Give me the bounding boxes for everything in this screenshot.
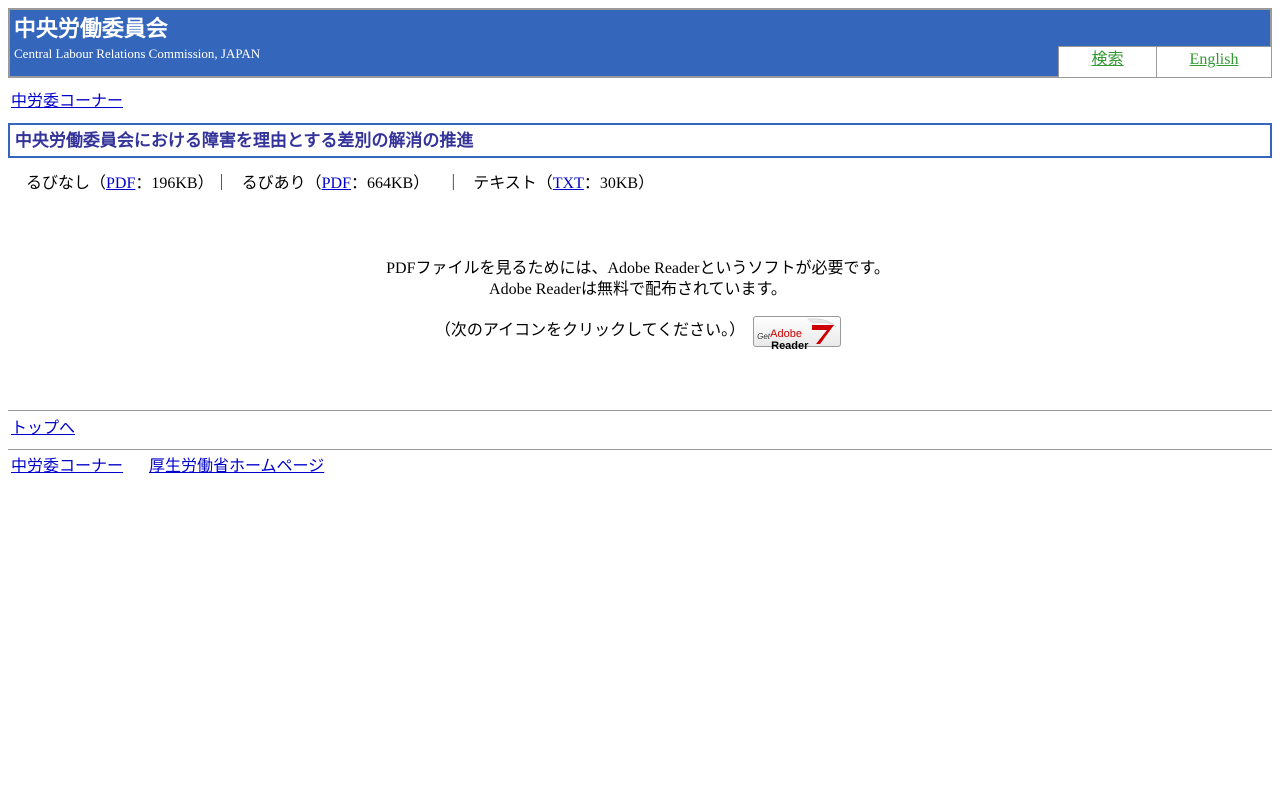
divider-footer xyxy=(8,449,1272,450)
adobe-reader-icon xyxy=(807,318,837,344)
pdf-notice: PDFファイルを見るためには、Adobe Readerというソフトが必要です。 … xyxy=(0,258,1276,300)
ruby-pdf-link[interactable]: PDF xyxy=(322,175,351,192)
search-link[interactable]: 検索 xyxy=(1091,51,1123,68)
breadcrumb-corner-link[interactable]: 中労委コーナー xyxy=(11,93,123,110)
to-top-row: トップへ xyxy=(11,419,75,439)
site-subtitle: Central Labour Relations Commission, JAP… xyxy=(14,46,261,61)
no-ruby-pdf-link[interactable]: PDF xyxy=(106,175,135,192)
reader-instruction-row: （次のアイコンをクリックしてください。） Get Adobe Reader xyxy=(0,315,1276,352)
pdf-notice-line1: PDFファイルを見るためには、Adobe Readerというソフトが必要です。 xyxy=(386,260,890,277)
page-title-box: 中央労働委員会における障害を理由とする差別の解消の推進 xyxy=(8,123,1272,158)
get-label: Get xyxy=(757,331,771,341)
page-title: 中央労働委員会における障害を理由とする差別の解消の推進 xyxy=(15,131,474,151)
footer-links: 中労委コーナー 厚生労働省ホームページ xyxy=(11,457,324,477)
divider-top xyxy=(8,410,1272,411)
text-label: テキスト（ xyxy=(473,175,553,192)
ruby-label: るびあり（ xyxy=(241,175,322,192)
get-adobe-reader-button[interactable]: Get Adobe Reader xyxy=(753,315,842,352)
footer-mhlw-home-link[interactable]: 厚生労働省ホームページ xyxy=(149,458,324,475)
english-link[interactable]: English xyxy=(1190,51,1239,68)
site-header: 中央労働委員会 Central Labour Relations Commiss… xyxy=(8,8,1272,78)
no-ruby-size: ：196KB）｜ xyxy=(135,175,230,192)
reader-instruction: （次のアイコンをクリックしてください。） xyxy=(434,322,746,339)
text-txt-link[interactable]: TXT xyxy=(553,175,584,192)
tab-english[interactable]: English xyxy=(1156,46,1271,77)
ruby-size: ：664KB） xyxy=(350,175,430,192)
no-ruby-label: るびなし（ xyxy=(26,175,107,192)
text-size: ：30KB） xyxy=(583,175,655,192)
tab-search[interactable]: 検索 xyxy=(1058,46,1156,77)
download-links: るびなし（PDF：196KB）｜ るびあり（PDF：664KB） ｜ テキスト（… xyxy=(26,173,654,195)
download-separator: ｜ xyxy=(445,175,462,192)
breadcrumb: 中労委コーナー xyxy=(11,92,123,112)
to-top-link[interactable]: トップへ xyxy=(11,420,75,437)
footer-corner-link[interactable]: 中労委コーナー xyxy=(11,458,123,475)
site-title: 中央労働委員会 xyxy=(14,17,169,42)
pdf-notice-line2: Adobe Readerは無料で配布されています。 xyxy=(489,281,787,298)
